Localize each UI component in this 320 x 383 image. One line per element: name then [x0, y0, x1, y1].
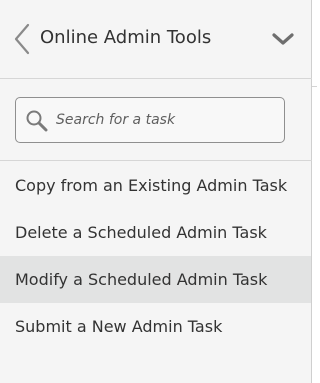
task-item-delete-scheduled[interactable]: Delete a Scheduled Admin Task [0, 209, 311, 256]
back-button[interactable] [10, 22, 36, 56]
collapse-button[interactable] [268, 28, 298, 50]
search-icon [26, 110, 48, 132]
task-item-modify-scheduled[interactable]: Modify a Scheduled Admin Task [0, 256, 311, 303]
page-title: Online Admin Tools [40, 27, 212, 48]
adjacent-pane-divider [312, 86, 317, 87]
adjacent-pane-edge [312, 0, 317, 383]
admin-tools-panel: Online Admin Tools Copy from an Existing… [0, 0, 312, 383]
task-item-submit-new[interactable]: Submit a New Admin Task [0, 303, 311, 350]
task-list: Copy from an Existing Admin Task Delete … [0, 162, 311, 350]
chevron-left-icon [14, 23, 30, 55]
search-divider [0, 160, 312, 161]
header-divider [0, 78, 312, 79]
search-input[interactable] [56, 106, 276, 134]
chevron-down-icon [272, 33, 294, 45]
panel-header: Online Admin Tools [0, 0, 312, 78]
task-item-copy-existing[interactable]: Copy from an Existing Admin Task [0, 162, 311, 209]
search-box[interactable] [15, 97, 285, 143]
